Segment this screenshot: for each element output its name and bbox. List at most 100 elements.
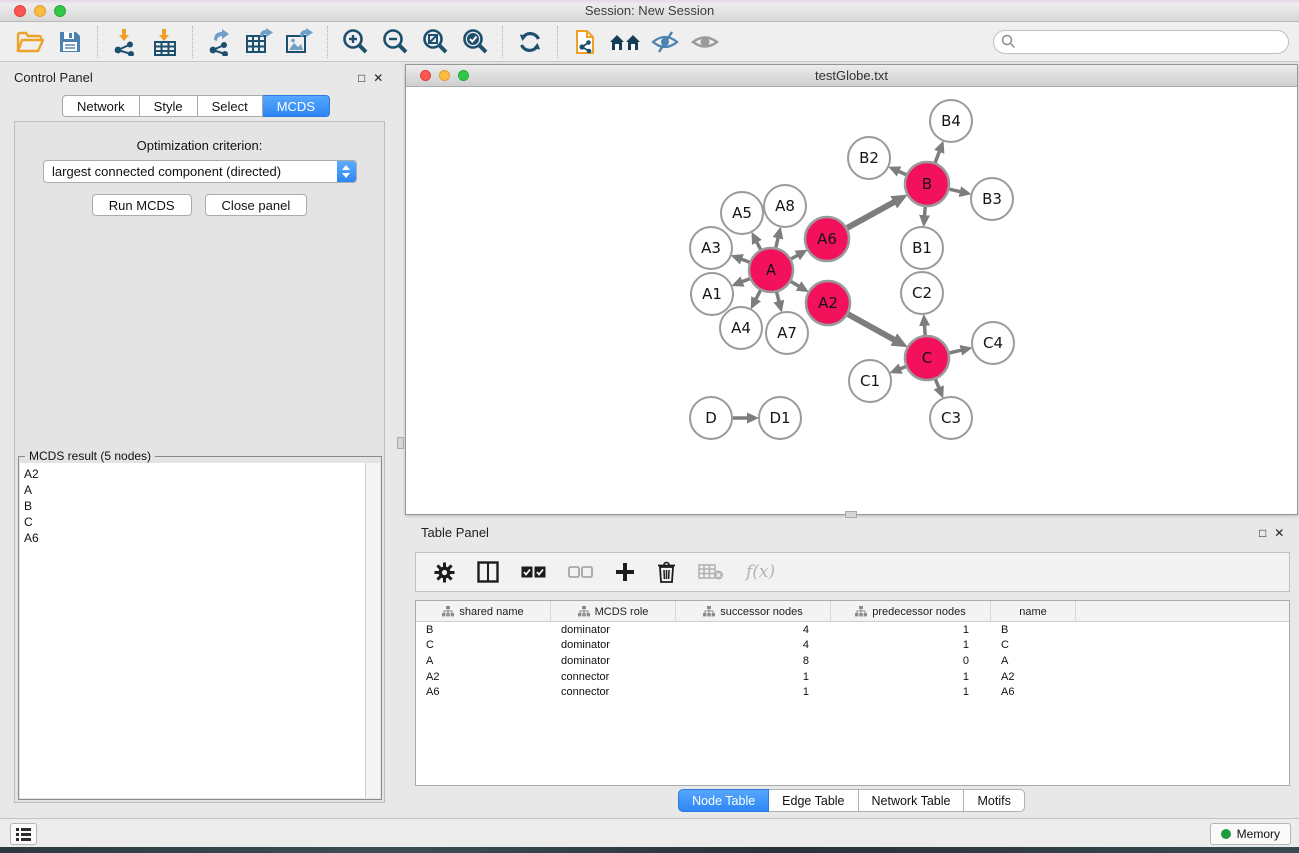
table-cell[interactable]: 1 xyxy=(831,686,991,698)
add-row-icon[interactable] xyxy=(615,562,635,582)
zoom-out-icon[interactable] xyxy=(375,24,415,60)
table-cell[interactable]: connector xyxy=(551,671,676,683)
deselect-all-checkboxes-icon[interactable] xyxy=(568,566,593,578)
graph-node-A4[interactable]: A4 xyxy=(720,307,762,349)
graph-edge-A2-C[interactable] xyxy=(848,314,895,340)
graph-edge-B-B3[interactable] xyxy=(949,189,960,192)
network-canvas[interactable]: B4B2BB3A5A8A6A3B1AC2A1A2A4A7C4CC1C3DD1 xyxy=(406,87,1297,514)
graph-edge-A-A7[interactable] xyxy=(777,292,779,302)
table-cell[interactable]: dominator xyxy=(551,624,676,636)
column-header-name[interactable]: name xyxy=(991,601,1076,622)
import-table-icon[interactable] xyxy=(145,24,185,60)
tab-motifs[interactable]: Motifs xyxy=(964,789,1024,812)
table-cell[interactable]: 1 xyxy=(831,639,991,651)
graph-edge-C-C4[interactable] xyxy=(949,350,961,353)
export-table-icon[interactable] xyxy=(240,24,280,60)
table-cell[interactable]: 4 xyxy=(676,624,831,636)
graph-node-A[interactable]: A xyxy=(749,248,793,292)
graph-edge-C-C2[interactable] xyxy=(925,325,926,335)
export-image-icon[interactable] xyxy=(280,24,320,60)
zoom-selected-icon[interactable] xyxy=(455,24,495,60)
mcds-result-scrollbar[interactable] xyxy=(366,463,380,798)
apply-function-icon[interactable]: f(x) xyxy=(746,562,775,582)
graph-node-A1[interactable]: A1 xyxy=(691,273,733,315)
save-session-icon[interactable] xyxy=(50,24,90,60)
graph-node-A2[interactable]: A2 xyxy=(806,281,850,325)
import-network-icon[interactable] xyxy=(105,24,145,60)
mcds-result-item[interactable]: A6 xyxy=(20,530,365,546)
tab-mcds[interactable]: MCDS xyxy=(263,95,330,117)
table-cell[interactable]: B xyxy=(416,624,551,636)
graph-node-B[interactable]: B xyxy=(905,162,949,206)
graph-edge-A-A5[interactable] xyxy=(757,242,761,250)
hide-details-eye-icon[interactable] xyxy=(645,24,685,60)
control-panel-close-icon[interactable]: ✕ xyxy=(373,71,383,85)
mcds-result-item[interactable]: A xyxy=(20,482,365,498)
graph-node-A5[interactable]: A5 xyxy=(721,192,763,234)
graph-edge-B-B2[interactable] xyxy=(898,171,906,175)
graph-node-B1[interactable]: B1 xyxy=(901,227,943,269)
graph-edge-A6-B[interactable] xyxy=(847,202,894,228)
show-column-icon[interactable] xyxy=(477,561,499,583)
column-header-predecessor-nodes[interactable]: predecessor nodes xyxy=(831,601,991,622)
vertical-splitter-handle[interactable] xyxy=(397,437,404,449)
table-cell[interactable]: 0 xyxy=(831,655,991,667)
table-row[interactable]: Adominator80A xyxy=(416,653,1289,669)
table-cell[interactable]: connector xyxy=(551,686,676,698)
tab-style[interactable]: Style xyxy=(140,95,198,117)
graph-edge-A-A6[interactable] xyxy=(791,255,798,259)
table-cell[interactable]: 8 xyxy=(676,655,831,667)
table-cell[interactable]: A6 xyxy=(416,686,551,698)
close-panel-button[interactable]: Close panel xyxy=(205,194,308,216)
graph-node-C2[interactable]: C2 xyxy=(901,272,943,314)
show-details-eye-icon[interactable] xyxy=(685,24,725,60)
graph-edge-A-A3[interactable] xyxy=(741,259,749,262)
tab-select[interactable]: Select xyxy=(198,95,263,117)
network-window-titlebar[interactable]: testGlobe.txt xyxy=(406,65,1297,87)
graph-edge-B-B4[interactable] xyxy=(935,151,939,163)
table-cell[interactable]: 1 xyxy=(676,671,831,683)
table-cell[interactable]: 1 xyxy=(831,624,991,636)
graph-edge-A-A2[interactable] xyxy=(791,282,800,287)
run-mcds-button[interactable]: Run MCDS xyxy=(92,194,192,216)
graph-edge-A-A1[interactable] xyxy=(742,279,750,282)
new-network-icon[interactable] xyxy=(565,24,605,60)
graph-node-B2[interactable]: B2 xyxy=(848,137,890,179)
graph-edge-B-B1[interactable] xyxy=(925,207,926,216)
search-field[interactable] xyxy=(993,30,1289,54)
mcds-result-item[interactable]: C xyxy=(20,514,365,530)
table-cell[interactable]: C xyxy=(416,639,551,651)
open-file-icon[interactable] xyxy=(10,24,50,60)
graph-edge-A-A4[interactable] xyxy=(756,290,761,299)
table-cell[interactable]: A6 xyxy=(991,686,1076,698)
refresh-view-icon[interactable] xyxy=(510,24,550,60)
table-cell[interactable]: 1 xyxy=(676,686,831,698)
table-cell[interactable]: B xyxy=(991,624,1076,636)
graph-node-C4[interactable]: C4 xyxy=(972,322,1014,364)
zoom-in-icon[interactable] xyxy=(335,24,375,60)
graph-edge-C-C1[interactable] xyxy=(900,367,906,369)
optimization-criterion-select[interactable]: largest connected component (directed) xyxy=(43,160,357,183)
delete-table-icon[interactable] xyxy=(698,563,724,581)
table-cell[interactable]: 1 xyxy=(831,671,991,683)
settings-gear-icon[interactable] xyxy=(434,562,455,583)
memory-button[interactable]: Memory xyxy=(1210,823,1291,845)
delete-rows-trash-icon[interactable] xyxy=(657,561,676,583)
graph-edge-A-A8[interactable] xyxy=(776,237,778,247)
table-panel-close-icon[interactable]: ✕ xyxy=(1274,526,1284,540)
table-row[interactable]: Cdominator41C xyxy=(416,638,1289,654)
graph-node-C[interactable]: C xyxy=(905,336,949,380)
table-row[interactable]: A6connector11A6 xyxy=(416,684,1289,700)
graph-node-D[interactable]: D xyxy=(690,397,732,439)
mcds-result-item[interactable]: A2 xyxy=(20,466,365,482)
graph-edge-C-C3[interactable] xyxy=(936,379,940,388)
table-panel-float-icon[interactable]: □ xyxy=(1259,526,1266,540)
column-header-successor-nodes[interactable]: successor nodes xyxy=(676,601,831,622)
graph-node-A6[interactable]: A6 xyxy=(805,217,849,261)
horizontal-splitter-handle[interactable] xyxy=(845,511,857,518)
graph-node-B4[interactable]: B4 xyxy=(930,100,972,142)
export-network-icon[interactable] xyxy=(200,24,240,60)
control-panel-float-icon[interactable]: □ xyxy=(358,71,365,85)
search-input[interactable] xyxy=(1016,32,1288,52)
table-cell[interactable]: dominator xyxy=(551,639,676,651)
